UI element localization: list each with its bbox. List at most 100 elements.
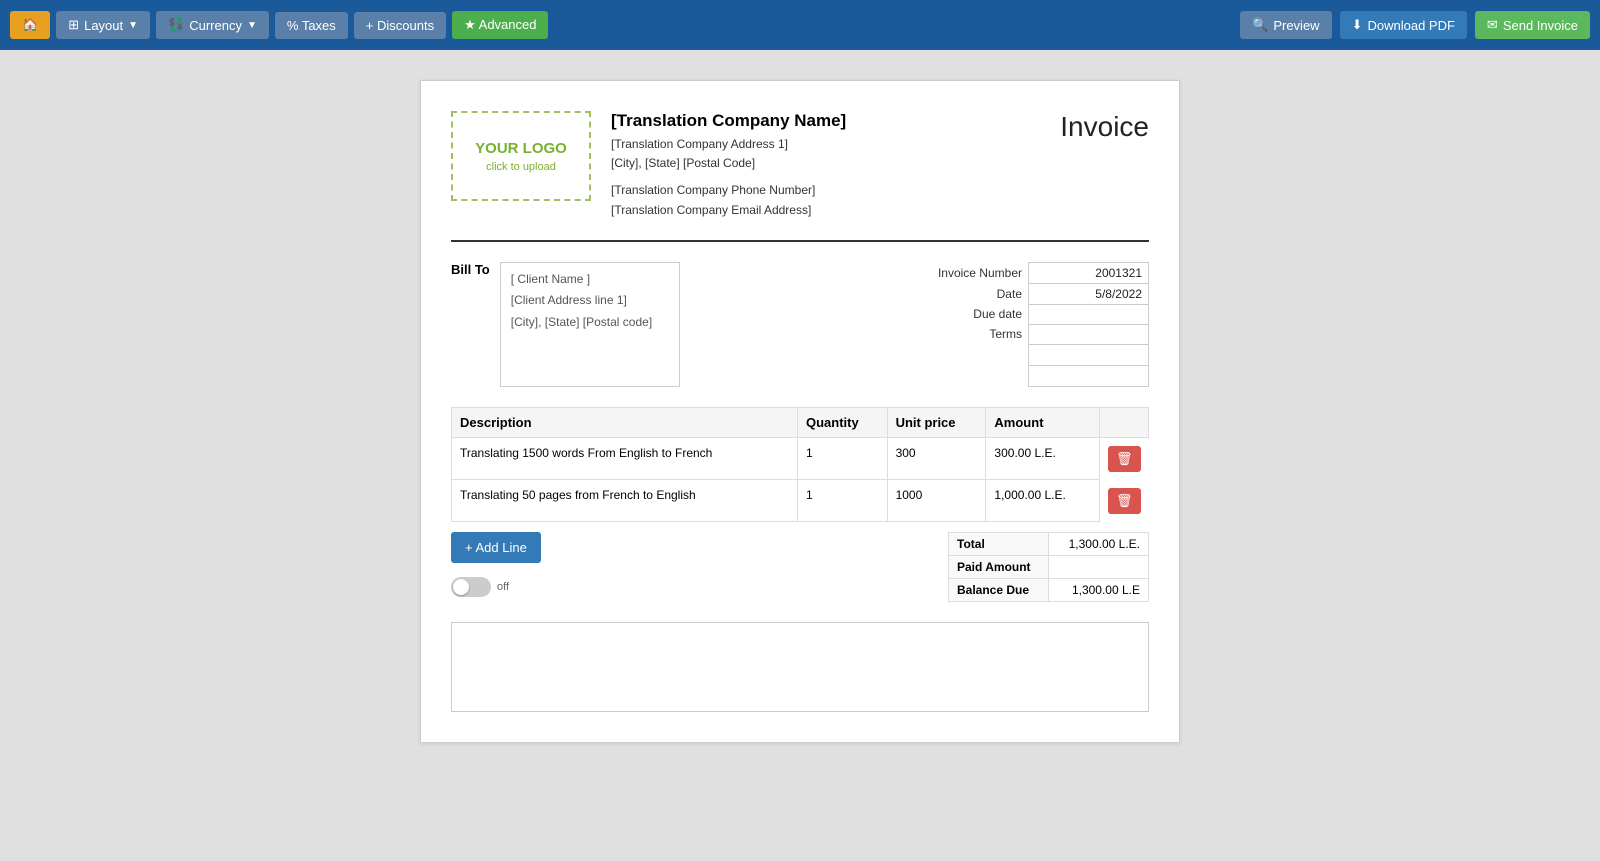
- company-email: [Translation Company Email Address]: [611, 201, 1060, 220]
- bill-to-label: Bill To: [451, 262, 490, 387]
- row-quantity[interactable]: 1: [797, 437, 887, 480]
- col-delete: [1099, 407, 1148, 437]
- logo-sub-text: click to upload: [486, 161, 556, 173]
- table-row: Translating 50 pages from French to Engl…: [452, 480, 1149, 522]
- invoice-title-box: Invoice: [1060, 111, 1149, 143]
- line-items-table: Description Quantity Unit price Amount T…: [451, 407, 1149, 523]
- company-address1: [Translation Company Address 1]: [611, 135, 1060, 154]
- row-quantity[interactable]: 1: [797, 480, 887, 522]
- add-line-label: + Add Line: [465, 540, 527, 555]
- advanced-button[interactable]: ★ Advanced: [452, 11, 548, 39]
- summary-paid-row: Paid Amount: [949, 556, 1149, 579]
- toolbar-right: 🔍 Preview ⬇ Download PDF ✉ Send Invoice: [1240, 11, 1590, 39]
- col-quantity: Quantity: [797, 407, 887, 437]
- bill-to-fields[interactable]: [ Client Name ] [Client Address line 1] …: [500, 262, 680, 387]
- logo-text: YOUR LOGO: [475, 140, 567, 157]
- taxes-label: % Taxes: [287, 18, 336, 33]
- meta-table: Invoice Number 2001321 Date 5/8/2022 Due…: [932, 262, 1149, 387]
- row-description[interactable]: Translating 50 pages from French to Engl…: [452, 480, 798, 522]
- balance-due-label: Balance Due: [949, 579, 1049, 602]
- date-value: 5/8/2022: [1029, 283, 1149, 304]
- paid-amount-value: [1049, 556, 1149, 579]
- currency-dropdown-arrow: ▼: [247, 20, 257, 31]
- client-address1: [Client Address line 1]: [511, 290, 669, 312]
- client-city: [City], [State] [Postal code]: [511, 312, 669, 334]
- download-icon: ⬇: [1352, 17, 1363, 33]
- invoice-title: Invoice: [1060, 111, 1149, 143]
- total-label: Total: [949, 533, 1049, 556]
- discounts-label: + Discounts: [366, 18, 434, 33]
- table-header: Description Quantity Unit price Amount: [452, 407, 1149, 437]
- col-unit-price: Unit price: [887, 407, 986, 437]
- delete-row-button[interactable]: 🗑: [1108, 488, 1141, 514]
- summary-table: Total 1,300.00 L.E. Paid Amount Balance …: [948, 532, 1149, 602]
- invoice-meta: Invoice Number 2001321 Date 5/8/2022 Due…: [932, 262, 1149, 387]
- client-name: [ Client Name ]: [511, 269, 669, 291]
- download-label: Download PDF: [1367, 18, 1454, 33]
- meta-row-date: Date 5/8/2022: [932, 283, 1149, 304]
- layout-dropdown-arrow: ▼: [128, 20, 138, 31]
- meta-row-terms: Terms: [932, 324, 1149, 344]
- discounts-button[interactable]: + Discounts: [354, 12, 446, 39]
- left-bottom: + Add Line off: [451, 532, 541, 597]
- currency-button[interactable]: 💱 Currency ▼: [156, 11, 269, 39]
- taxes-button[interactable]: % Taxes: [275, 12, 348, 39]
- col-description: Description: [452, 407, 798, 437]
- col-amount: Amount: [986, 407, 1100, 437]
- meta-row-due-date: Due date: [932, 304, 1149, 324]
- table-row: Translating 1500 words From English to F…: [452, 437, 1149, 480]
- delete-row-button[interactable]: 🗑: [1108, 446, 1141, 472]
- download-button[interactable]: ⬇ Download PDF: [1340, 11, 1467, 39]
- paid-amount-label: Paid Amount: [949, 556, 1049, 579]
- paid-toggle[interactable]: [451, 577, 491, 597]
- row-amount: 300.00 L.E.: [986, 437, 1100, 480]
- row-delete-cell: 🗑: [1099, 480, 1148, 522]
- toolbar: 🏠 ⊞ Layout ▼ 💱 Currency ▼ % Taxes + Disc…: [0, 0, 1600, 50]
- company-phone: [Translation Company Phone Number]: [611, 181, 1060, 200]
- toggle-knob: [453, 579, 469, 595]
- layout-button[interactable]: ⊞ Layout ▼: [56, 11, 150, 39]
- summary-total-row: Total 1,300.00 L.E.: [949, 533, 1149, 556]
- summary-area: Total 1,300.00 L.E. Paid Amount Balance …: [948, 532, 1149, 602]
- row-delete-cell: 🗑: [1099, 437, 1148, 480]
- terms-value: [1029, 324, 1149, 344]
- row-unit-price[interactable]: 300: [887, 437, 986, 480]
- send-icon: ✉: [1487, 17, 1498, 33]
- logo-upload-area[interactable]: YOUR LOGO click to upload: [451, 111, 591, 201]
- header-divider: [451, 240, 1149, 242]
- meta-row-extra2: [932, 365, 1149, 386]
- home-button[interactable]: 🏠: [10, 11, 50, 39]
- line-items-body: Translating 1500 words From English to F…: [452, 437, 1149, 522]
- send-invoice-button[interactable]: ✉ Send Invoice: [1475, 11, 1590, 39]
- meta-row-extra1: [932, 344, 1149, 365]
- due-date-value: [1029, 304, 1149, 324]
- layout-icon: ⊞: [68, 17, 79, 33]
- toggle-row: off: [451, 577, 541, 597]
- billing-section: Bill To [ Client Name ] [Client Address …: [451, 262, 1149, 387]
- total-value: 1,300.00 L.E.: [1049, 533, 1149, 556]
- invoice-card: YOUR LOGO click to upload [Translation C…: [420, 80, 1180, 743]
- balance-due-value: 1,300.00 L.E: [1049, 579, 1149, 602]
- row-unit-price[interactable]: 1000: [887, 480, 986, 522]
- company-name: [Translation Company Name]: [611, 111, 1060, 131]
- bottom-section: + Add Line off Total 1,300.00 L.E.: [451, 532, 1149, 602]
- summary-balance-row: Balance Due 1,300.00 L.E: [949, 579, 1149, 602]
- add-line-button[interactable]: + Add Line: [451, 532, 541, 563]
- advanced-label: ★ Advanced: [464, 17, 536, 33]
- main-area: YOUR LOGO click to upload [Translation C…: [0, 50, 1600, 773]
- invoice-number-label: Invoice Number: [932, 262, 1029, 283]
- notes-area[interactable]: [451, 622, 1149, 712]
- invoice-header: YOUR LOGO click to upload [Translation C…: [451, 111, 1149, 220]
- row-amount: 1,000.00 L.E.: [986, 480, 1100, 522]
- preview-button[interactable]: 🔍 Preview: [1240, 11, 1331, 39]
- company-city: [City], [State] [Postal Code]: [611, 154, 1060, 173]
- toggle-label: off: [497, 581, 509, 593]
- send-label: Send Invoice: [1503, 18, 1578, 33]
- due-date-label: Due date: [932, 304, 1029, 324]
- currency-label: Currency: [189, 18, 242, 33]
- preview-label: Preview: [1273, 18, 1319, 33]
- currency-icon: 💱: [168, 17, 184, 33]
- bill-to-section: Bill To [ Client Name ] [Client Address …: [451, 262, 680, 387]
- row-description[interactable]: Translating 1500 words From English to F…: [452, 437, 798, 480]
- table-header-row: Description Quantity Unit price Amount: [452, 407, 1149, 437]
